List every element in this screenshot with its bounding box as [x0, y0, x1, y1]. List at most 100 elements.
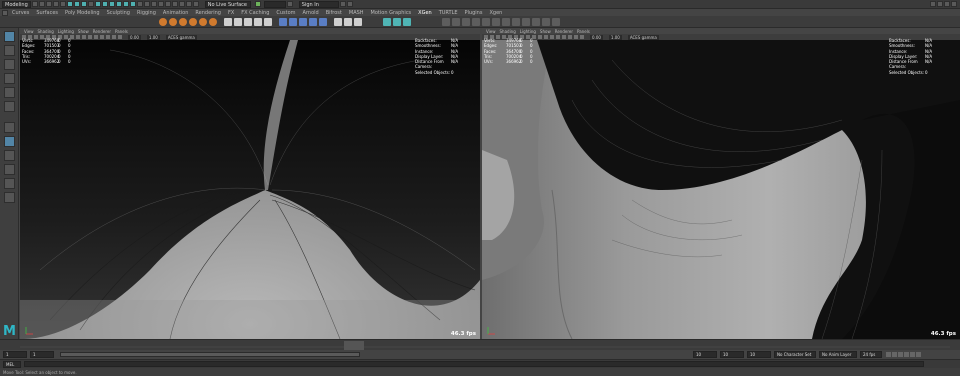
- step-forward-icon[interactable]: [910, 352, 915, 357]
- history-icon[interactable]: [136, 1, 143, 7]
- panels-menu[interactable]: Panels: [577, 29, 590, 34]
- new-scene-icon[interactable]: [31, 1, 38, 7]
- live-surface-field[interactable]: No Live Surface: [204, 0, 251, 8]
- aa-icon[interactable]: [568, 35, 572, 39]
- renderer-menu[interactable]: Renderer: [555, 29, 573, 34]
- planar-map-icon[interactable]: [393, 17, 401, 26]
- textured-icon[interactable]: [544, 35, 548, 39]
- select-tool-icon[interactable]: [4, 31, 15, 42]
- export-icon[interactable]: [552, 17, 560, 26]
- shadows-icon[interactable]: [556, 35, 560, 39]
- shelf-tab[interactable]: Motion Graphics: [371, 10, 412, 16]
- exposure-field[interactable]: 0.00: [128, 34, 141, 40]
- clump-icon[interactable]: [512, 17, 520, 26]
- density-icon[interactable]: [492, 17, 500, 26]
- settings-icon[interactable]: [346, 1, 353, 7]
- cone-icon[interactable]: [189, 17, 197, 26]
- lighting-menu[interactable]: Lighting: [58, 29, 74, 34]
- bevel-icon[interactable]: [289, 17, 297, 26]
- render-settings-icon[interactable]: [171, 1, 178, 7]
- script-language-toggle[interactable]: MEL: [3, 360, 21, 368]
- signin-button[interactable]: Sign In: [298, 0, 339, 8]
- preview-icon[interactable]: [532, 17, 540, 26]
- sphere-icon[interactable]: [159, 17, 167, 26]
- symmetry-icon[interactable]: [286, 1, 293, 7]
- four-pane-layout-icon[interactable]: [4, 150, 15, 161]
- snap-plane-icon[interactable]: [129, 1, 136, 7]
- current-frame-field[interactable]: 10: [747, 351, 771, 358]
- shadows-icon[interactable]: [94, 35, 98, 39]
- shelf-tab[interactable]: Bifrost: [326, 10, 342, 16]
- hypershade-icon[interactable]: [178, 1, 185, 7]
- noise-icon[interactable]: [522, 17, 530, 26]
- colorspace-dropdown[interactable]: ACES gamma: [627, 34, 659, 40]
- colorspace-dropdown[interactable]: ACES gamma: [165, 34, 197, 40]
- aa-icon[interactable]: [106, 35, 110, 39]
- mask-icon[interactable]: [87, 1, 94, 7]
- select-object-icon[interactable]: [73, 1, 80, 7]
- render-frame-icon[interactable]: [157, 1, 164, 7]
- panels-menu[interactable]: Panels: [115, 29, 128, 34]
- shelf-tab[interactable]: MASH: [349, 10, 364, 16]
- show-menu[interactable]: Show: [78, 29, 89, 34]
- play-back-icon[interactable]: [898, 352, 903, 357]
- lighting-menu[interactable]: Lighting: [520, 29, 536, 34]
- shelf-tab[interactable]: FX Caching: [241, 10, 269, 16]
- extrude-icon[interactable]: [279, 17, 287, 26]
- workspace-icon[interactable]: [339, 1, 346, 7]
- save-scene-icon[interactable]: [45, 1, 52, 7]
- smooth-icon[interactable]: [244, 17, 252, 26]
- tool-settings-icon[interactable]: [944, 1, 950, 7]
- xgen-icon[interactable]: [442, 17, 450, 26]
- workspace-dropdown[interactable]: Modeling: [2, 0, 31, 8]
- snap-view-icon[interactable]: [115, 1, 122, 7]
- xray-icon[interactable]: [118, 35, 122, 39]
- quad-draw-icon[interactable]: [354, 17, 362, 26]
- shelf-tab[interactable]: Curves: [12, 10, 29, 16]
- shelf-settings-icon[interactable]: [2, 9, 8, 16]
- magnet-icon[interactable]: [192, 1, 199, 7]
- hypershade-layout-icon[interactable]: [4, 192, 15, 203]
- comb-icon[interactable]: [482, 17, 490, 26]
- cache-icon[interactable]: [542, 17, 550, 26]
- boolean-icon[interactable]: [254, 17, 262, 26]
- end-time-field[interactable]: 10: [720, 351, 744, 358]
- exposure-field[interactable]: 0.00: [590, 34, 603, 40]
- anim-layer-dropdown[interactable]: No Anim Layer: [819, 351, 857, 358]
- shading-menu[interactable]: Shading: [500, 29, 516, 34]
- shelf-tab-active[interactable]: XGen: [418, 10, 432, 16]
- single-layout-icon[interactable]: [4, 122, 15, 133]
- time-slider[interactable]: [0, 339, 960, 350]
- viewport-left[interactable]: View Shading Lighting Show Renderer Pane…: [20, 28, 480, 339]
- shelf-tab[interactable]: Custom: [276, 10, 295, 16]
- isolate-icon[interactable]: [112, 35, 116, 39]
- input-line-field[interactable]: [263, 0, 286, 8]
- construction-icon[interactable]: [143, 1, 150, 7]
- select-hierarchy-icon[interactable]: [66, 1, 73, 7]
- move-tool-icon[interactable]: [4, 73, 15, 84]
- gamma-field[interactable]: 1.00: [608, 34, 622, 40]
- fps-dropdown[interactable]: 24 fps: [860, 351, 882, 358]
- ipr-icon[interactable]: [164, 1, 171, 7]
- snap-surface-icon[interactable]: [122, 1, 129, 7]
- xray-icon[interactable]: [580, 35, 584, 39]
- range-slider[interactable]: [60, 352, 360, 357]
- select-component-icon[interactable]: [80, 1, 87, 7]
- shelf-tab[interactable]: Xgen: [489, 10, 502, 16]
- toggle-icon[interactable]: [254, 1, 261, 7]
- separate-icon[interactable]: [234, 17, 242, 26]
- append-icon[interactable]: [309, 17, 317, 26]
- redo-icon[interactable]: [59, 1, 66, 7]
- ao-icon[interactable]: [562, 35, 566, 39]
- outliner-toggle-icon[interactable]: [930, 1, 936, 7]
- snap-point-icon[interactable]: [108, 1, 115, 7]
- hair-icon[interactable]: [452, 17, 460, 26]
- renderer-menu[interactable]: Renderer: [93, 29, 111, 34]
- multicut-icon[interactable]: [334, 17, 342, 26]
- torus-icon[interactable]: [209, 17, 217, 26]
- open-scene-icon[interactable]: [38, 1, 45, 7]
- paint-select-icon[interactable]: [4, 59, 15, 70]
- cut-icon[interactable]: [502, 17, 510, 26]
- step-back-icon[interactable]: [892, 352, 897, 357]
- shelf-tab[interactable]: Surfaces: [36, 10, 58, 16]
